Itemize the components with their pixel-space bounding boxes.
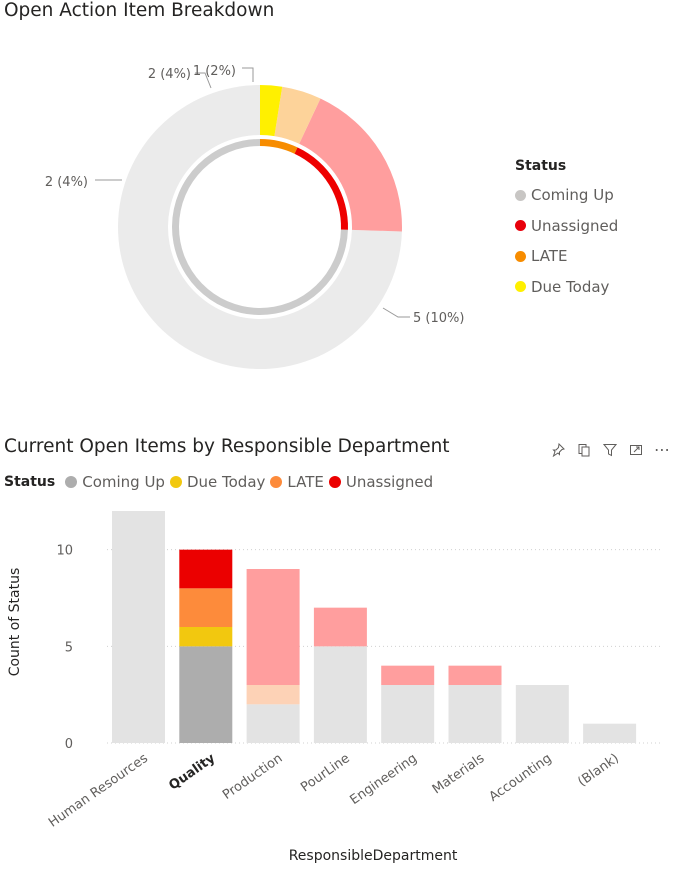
legend-item-coming-up[interactable]: Coming Up <box>65 473 165 491</box>
legend-label: Due Today <box>186 473 266 491</box>
x-tick-label: (Blank) <box>575 751 622 790</box>
legend-dot <box>515 281 526 293</box>
bar-legend: Status Coming Up Due Today LATE Unassign… <box>4 473 438 491</box>
donut-data-label: 1 (2%) <box>193 64 236 79</box>
legend-dot <box>515 220 526 232</box>
donut-data-label: 5 (10%) <box>413 311 464 326</box>
bar-segment-unassigned[interactable] <box>448 665 502 685</box>
x-tick-label: Human Resources <box>46 751 151 831</box>
pin-icon[interactable] <box>548 440 568 460</box>
leader-line <box>382 307 410 318</box>
bar-segment-unassigned[interactable] <box>313 607 367 647</box>
bar-segment-unassigned[interactable] <box>381 665 435 685</box>
donut-data-label: 2 (4%) <box>45 175 88 190</box>
legend-label: Unassigned <box>345 473 434 491</box>
legend-item-coming-up[interactable]: Coming Up <box>515 180 618 211</box>
donut-legend-title: Status <box>515 158 567 174</box>
filter-icon[interactable] <box>600 440 620 460</box>
legend-label: Coming Up <box>82 473 165 491</box>
bar-segment-coming-up[interactable] <box>515 685 569 743</box>
legend-dot <box>515 250 526 262</box>
legend-dot <box>65 476 78 488</box>
x-axis-title: ResponsibleDepartment <box>289 848 458 864</box>
bar-segment-unassigned[interactable] <box>179 549 233 589</box>
more-options-label: ⋯ <box>654 440 670 459</box>
bar-segment-coming-up[interactable] <box>246 704 300 743</box>
legend-item-late[interactable]: LATE <box>270 473 324 491</box>
bar-segment-unassigned[interactable] <box>246 569 300 685</box>
y-axis-title: Count of Status <box>7 568 23 677</box>
legend-label: LATE <box>287 473 324 491</box>
donut-chart-title: Open Action Item Breakdown <box>4 0 275 21</box>
stacked-bar-chart[interactable]: 0 5 10 Human Resources Quality Production Pour… <box>0 495 677 873</box>
x-tick-label: Materials <box>430 751 488 798</box>
bar-segment-coming-up[interactable] <box>381 685 435 743</box>
donut-chart[interactable]: 5 (10%)2 (4%)2 (4%) 1 (2%) <box>0 30 500 400</box>
donut-legend: Status Coming Up Unassigned LATE Due Tod… <box>515 158 618 302</box>
legend-label: Unassigned <box>531 216 619 235</box>
legend-item-due-today[interactable]: Due Today <box>515 272 618 303</box>
bar-segment-coming-up[interactable] <box>313 646 367 743</box>
visual-header-toolbar: ⋯ <box>548 440 672 460</box>
legend-dot <box>515 189 526 201</box>
legend-label: LATE <box>531 247 568 266</box>
legend-item-unassigned[interactable]: Unassigned <box>515 211 618 242</box>
bar-segment-late[interactable] <box>179 588 233 627</box>
legend-dot <box>169 476 182 488</box>
leader-line <box>242 67 254 82</box>
copy-icon[interactable] <box>574 440 594 460</box>
x-tick-label: Accounting <box>487 751 555 805</box>
x-tick-label: PourLine <box>298 751 352 795</box>
donut-data-label: 2 (4%) <box>148 67 191 82</box>
focus-mode-icon[interactable] <box>626 440 646 460</box>
bar-segment-coming-up[interactable] <box>179 646 233 743</box>
legend-item-unassigned[interactable]: Unassigned <box>328 473 434 491</box>
bar-segment-coming-up[interactable] <box>112 511 165 743</box>
legend-label: Due Today <box>531 277 610 296</box>
y-tick-label: 5 <box>65 640 73 655</box>
donut-inner-ring-late[interactable] <box>260 139 298 154</box>
more-options-icon[interactable]: ⋯ <box>652 440 672 460</box>
y-tick-label: 10 <box>56 544 73 559</box>
x-tick-label: Quality <box>166 751 218 794</box>
legend-dot <box>328 476 341 488</box>
legend-dot <box>270 476 283 488</box>
bar-segment-due-today[interactable] <box>179 627 233 647</box>
bar-chart-title: Current Open Items by Responsible Depart… <box>4 436 450 457</box>
y-tick-label: 0 <box>65 737 73 752</box>
x-tick-label: Production <box>220 751 285 803</box>
bar-segment-late[interactable] <box>246 685 300 705</box>
legend-item-late[interactable]: LATE <box>515 241 618 272</box>
legend-item-due-today[interactable]: Due Today <box>169 473 266 491</box>
legend-label: Coming Up <box>531 186 614 205</box>
x-tick-label: Engineering <box>347 751 419 808</box>
bar-segment-coming-up[interactable] <box>583 723 637 743</box>
bar-legend-title: Status <box>4 474 56 490</box>
bar-segment-coming-up[interactable] <box>448 685 502 743</box>
